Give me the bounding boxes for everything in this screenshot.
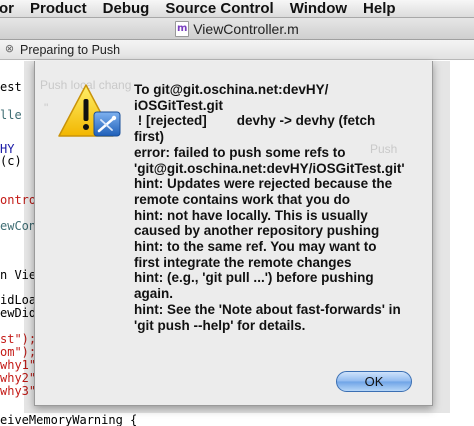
ok-button[interactable]: OK xyxy=(336,371,412,392)
menu-debug[interactable]: Debug xyxy=(96,0,159,18)
menu-editor[interactable]: tor xyxy=(0,0,23,18)
alert-message-line: 'git@git.oschina.net:devHY/iOSGitTest.gi… xyxy=(134,160,405,176)
alert-message-line: first integrate the remote changes xyxy=(134,254,352,270)
window-title-bar[interactable]: m ViewController.m xyxy=(0,18,474,40)
cancel-activity-icon[interactable]: ⊗ xyxy=(4,44,15,55)
menu-product[interactable]: Product xyxy=(23,0,96,18)
alert-message-line: hint: Updates were rejected because the xyxy=(134,176,393,192)
window-title: ViewController.m xyxy=(193,20,299,37)
alert-message-line: first) xyxy=(134,129,164,145)
alert-message-line: error: failed to push some refs to xyxy=(134,144,346,160)
alert-message-line: again. xyxy=(134,286,174,302)
menu-bar: tor Product Debug Source Control Window … xyxy=(0,0,474,18)
behind-sheet-quote: " xyxy=(44,101,49,115)
alert-message: To git@git.oschina.net:devHY/iOSGitTest.… xyxy=(134,82,424,333)
alert-message-line: To git@git.oschina.net:devHY/ xyxy=(134,82,329,97)
document-icon: m xyxy=(175,20,190,37)
alert-message-line: hint: (e.g., 'git pull ...') before push… xyxy=(134,270,374,286)
menu-help[interactable]: Help xyxy=(356,0,405,18)
alert-message-line: hint: to the same ref. You may want to xyxy=(134,239,377,255)
menu-window[interactable]: Window xyxy=(283,0,356,18)
alert-message-line: hint: See the 'Note about fast-forwards'… xyxy=(134,301,401,317)
alert-message-line: remote contains work that you do xyxy=(134,191,351,207)
alert-message-line: iOSGitTest.git xyxy=(134,97,224,113)
alert-message-line: hint: not have locally. This is usually xyxy=(134,207,368,223)
activity-status-text: Preparing to Push xyxy=(20,42,121,57)
menu-source-control[interactable]: Source Control xyxy=(158,0,282,18)
alert-message-line: ! [rejected] devhy -> devhy (fetch xyxy=(134,113,376,129)
alert-message-line: caused by another repository pushing xyxy=(134,223,380,239)
alert-message-line: 'git push --help' for details. xyxy=(134,317,306,333)
warning-icon xyxy=(56,82,126,142)
activity-status-bar: ⊗ Preparing to Push xyxy=(0,40,474,60)
code-line: eiveMemoryWarning { xyxy=(0,413,138,426)
